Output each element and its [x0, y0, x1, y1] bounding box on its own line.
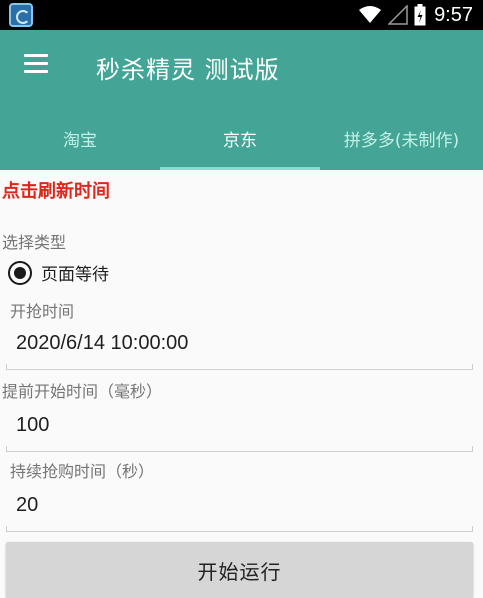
duration-value: 20: [16, 494, 39, 516]
start-time-value: 2020/6/14 10:00:00: [16, 332, 189, 354]
start-time-label: 开抢时间: [10, 302, 75, 321]
app-bar: 秒杀精灵 测试版: [0, 30, 483, 107]
refresh-time-link[interactable]: 点击刷新时间: [2, 177, 110, 203]
advance-time-value: 100: [16, 414, 50, 436]
duration-label: 持续抢购时间（秒）: [10, 462, 155, 481]
tab-bar: 淘宝 京东 拼多多(未制作): [0, 107, 483, 170]
menu-icon[interactable]: [24, 54, 48, 76]
tab-taobao[interactable]: 淘宝: [0, 107, 160, 170]
cellular-signal-icon: [388, 5, 408, 25]
advance-time-label: 提前开始时间（毫秒）: [2, 382, 163, 401]
page-wait-radio[interactable]: 页面等待: [8, 260, 109, 285]
status-bar: 9:57: [0, 0, 483, 30]
tab-pinduoduo[interactable]: 拼多多(未制作): [320, 107, 483, 170]
app-notification-icon: [9, 3, 33, 27]
duration-input[interactable]: 20: [6, 494, 473, 532]
radio-button-icon[interactable]: [8, 260, 32, 285]
battery-icon: [414, 4, 426, 26]
type-section-label: 选择类型: [2, 233, 67, 252]
start-time-input[interactable]: 2020/6/14 10:00:00: [6, 332, 473, 370]
status-clock: 9:57: [434, 3, 473, 26]
wifi-icon: [359, 6, 382, 23]
advance-time-input[interactable]: 100: [6, 414, 473, 452]
radio-label: 页面等待: [41, 265, 109, 285]
tab-indicator: [160, 167, 320, 170]
tab-jingdong[interactable]: 京东: [160, 107, 320, 170]
app-title: 秒杀精灵 测试版: [96, 56, 280, 84]
